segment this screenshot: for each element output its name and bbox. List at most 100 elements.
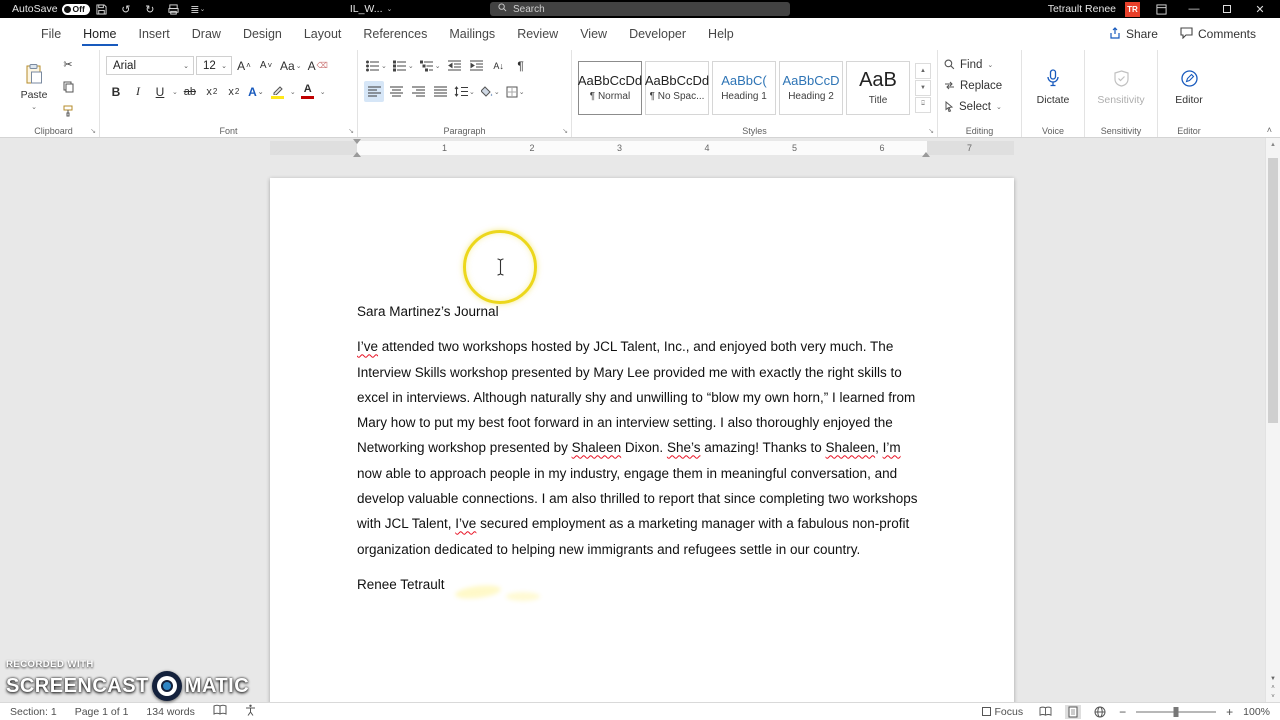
signature-line[interactable]: Renee Tetrault: [357, 572, 927, 597]
styles-scroll-down-icon[interactable]: ▼: [915, 79, 931, 96]
horizontal-ruler[interactable]: 1 2 3 4 5 6 7: [0, 138, 1265, 158]
next-page-icon[interactable]: ˅: [1271, 694, 1275, 700]
quick-print-icon[interactable]: [162, 0, 186, 18]
autosave-switch[interactable]: Off: [61, 3, 90, 15]
collapse-ribbon-icon[interactable]: ˄: [1267, 125, 1272, 135]
tab-home[interactable]: Home: [72, 19, 127, 49]
undo-icon[interactable]: ↺: [114, 0, 138, 18]
tab-draw[interactable]: Draw: [181, 19, 232, 49]
replace-button[interactable]: Replace: [944, 76, 1002, 95]
tab-help[interactable]: Help: [697, 19, 745, 49]
search-input[interactable]: [513, 3, 782, 15]
zoom-slider[interactable]: [1136, 706, 1217, 717]
tab-references[interactable]: References: [352, 19, 438, 49]
increase-indent-button[interactable]: [467, 55, 487, 76]
customize-quick-access-icon[interactable]: ≣ ⌄: [186, 0, 210, 18]
focus-mode-button[interactable]: Focus: [979, 705, 1027, 719]
ribbon-display-options-icon[interactable]: [1149, 0, 1173, 18]
zoom-level[interactable]: 100%: [1243, 706, 1270, 718]
redo-icon[interactable]: ↻: [138, 0, 162, 18]
shrink-font-button[interactable]: A ˅: [256, 55, 276, 76]
first-line-indent-marker[interactable]: [353, 139, 361, 144]
tab-mailings[interactable]: Mailings: [438, 19, 506, 49]
paste-button[interactable]: Paste ⌄: [14, 54, 54, 121]
tab-insert[interactable]: Insert: [128, 19, 181, 49]
tab-view[interactable]: View: [569, 19, 618, 49]
tab-file[interactable]: File: [30, 19, 72, 49]
decrease-indent-button[interactable]: [445, 55, 465, 76]
subscript-button[interactable]: x2: [202, 81, 222, 102]
numbering-button[interactable]: ⌄: [391, 55, 416, 76]
align-right-button[interactable]: [408, 81, 428, 102]
zoom-out-button[interactable]: −: [1119, 705, 1126, 719]
restore-icon[interactable]: [1215, 0, 1239, 18]
superscript-button[interactable]: x2: [224, 81, 244, 102]
scroll-down-icon[interactable]: ▼: [1270, 676, 1276, 682]
save-icon[interactable]: [90, 0, 114, 18]
read-mode-button[interactable]: [1036, 705, 1055, 718]
style-no-spacing[interactable]: AaBbCcDd ¶ No Spac...: [645, 60, 709, 115]
justify-button[interactable]: [430, 81, 450, 102]
shading-button[interactable]: ⌄: [479, 81, 502, 102]
tab-layout[interactable]: Layout: [293, 19, 353, 49]
zoom-in-button[interactable]: +: [1226, 705, 1233, 719]
word-count[interactable]: 134 words: [146, 706, 194, 718]
minimize-icon[interactable]: —: [1182, 0, 1206, 18]
sort-button[interactable]: A↓: [489, 55, 509, 76]
vertical-scrollbar[interactable]: ▲ ▼ ˄ ˅: [1265, 138, 1280, 702]
tab-developer[interactable]: Developer: [618, 19, 697, 49]
chevron-down-icon[interactable]: ⌄: [172, 88, 178, 96]
print-layout-button[interactable]: [1065, 704, 1082, 719]
strikethrough-button[interactable]: ab: [180, 81, 200, 102]
avatar[interactable]: TR: [1125, 1, 1140, 17]
select-button[interactable]: Select ⌄: [944, 97, 1002, 116]
font-name-select[interactable]: Arial ⌄: [106, 56, 194, 75]
highlight-color-button[interactable]: [268, 81, 288, 102]
editor-button[interactable]: Editor: [1164, 54, 1214, 121]
align-center-button[interactable]: [386, 81, 406, 102]
change-case-button[interactable]: Aa ⌄: [278, 55, 304, 76]
style-heading-1[interactable]: AaBbC( Heading 1: [712, 60, 776, 115]
spelling-check-icon[interactable]: [213, 704, 227, 719]
section-indicator[interactable]: Section: 1: [10, 706, 57, 718]
text-effects-button[interactable]: A ⌄: [246, 81, 266, 102]
format-painter-button[interactable]: [58, 101, 78, 121]
style-normal[interactable]: AaBbCcDd ¶ Normal: [578, 60, 642, 115]
share-button[interactable]: Share: [1101, 23, 1166, 46]
zoom-slider-thumb[interactable]: [1173, 706, 1179, 717]
search-box[interactable]: [490, 2, 790, 16]
page-indicator[interactable]: Page 1 of 1: [75, 706, 129, 718]
show-hide-pilcrow-button[interactable]: ¶: [511, 55, 531, 76]
web-layout-button[interactable]: [1091, 705, 1109, 719]
tab-design[interactable]: Design: [232, 19, 293, 49]
bullets-button[interactable]: ⌄: [364, 55, 389, 76]
font-dialog-launcher[interactable]: ↘: [348, 127, 354, 135]
bold-button[interactable]: B: [106, 81, 126, 102]
hanging-indent-marker[interactable]: [353, 152, 361, 157]
document-page[interactable]: Sara Martinez’s Journal I’ve attended tw…: [270, 178, 1014, 702]
style-heading-2[interactable]: AaBbCcD Heading 2: [779, 60, 843, 115]
previous-page-icon[interactable]: ˄: [1271, 685, 1275, 691]
underline-button[interactable]: U: [150, 81, 170, 102]
scrollbar-thumb[interactable]: [1268, 158, 1278, 423]
font-color-button[interactable]: A: [298, 81, 318, 102]
document-heading[interactable]: Sara Martinez’s Journal: [357, 299, 927, 324]
document-canvas[interactable]: Sara Martinez’s Journal I’ve attended tw…: [0, 158, 1265, 702]
scroll-up-icon[interactable]: ▲: [1266, 142, 1280, 148]
copy-button[interactable]: [58, 77, 78, 97]
comments-button[interactable]: Comments: [1172, 23, 1264, 46]
align-left-button[interactable]: [364, 81, 384, 102]
find-button[interactable]: Find ⌄: [944, 55, 1002, 74]
clipboard-dialog-launcher[interactable]: ↘: [90, 127, 96, 135]
cut-button[interactable]: ✂: [58, 54, 78, 74]
dictate-button[interactable]: Dictate: [1028, 54, 1078, 121]
paragraph-dialog-launcher[interactable]: ↘: [562, 127, 568, 135]
borders-button[interactable]: ⌄: [504, 81, 527, 102]
grow-font-button[interactable]: A ˄: [234, 55, 254, 76]
italic-button[interactable]: I: [128, 81, 148, 102]
style-title[interactable]: AaB Title: [846, 60, 910, 115]
journal-paragraph[interactable]: I’ve attended two workshops hosted by JC…: [357, 334, 927, 562]
styles-dialog-launcher[interactable]: ↘: [928, 127, 934, 135]
styles-scroll-up-icon[interactable]: ▲: [915, 62, 931, 79]
accessibility-icon[interactable]: [245, 704, 256, 719]
